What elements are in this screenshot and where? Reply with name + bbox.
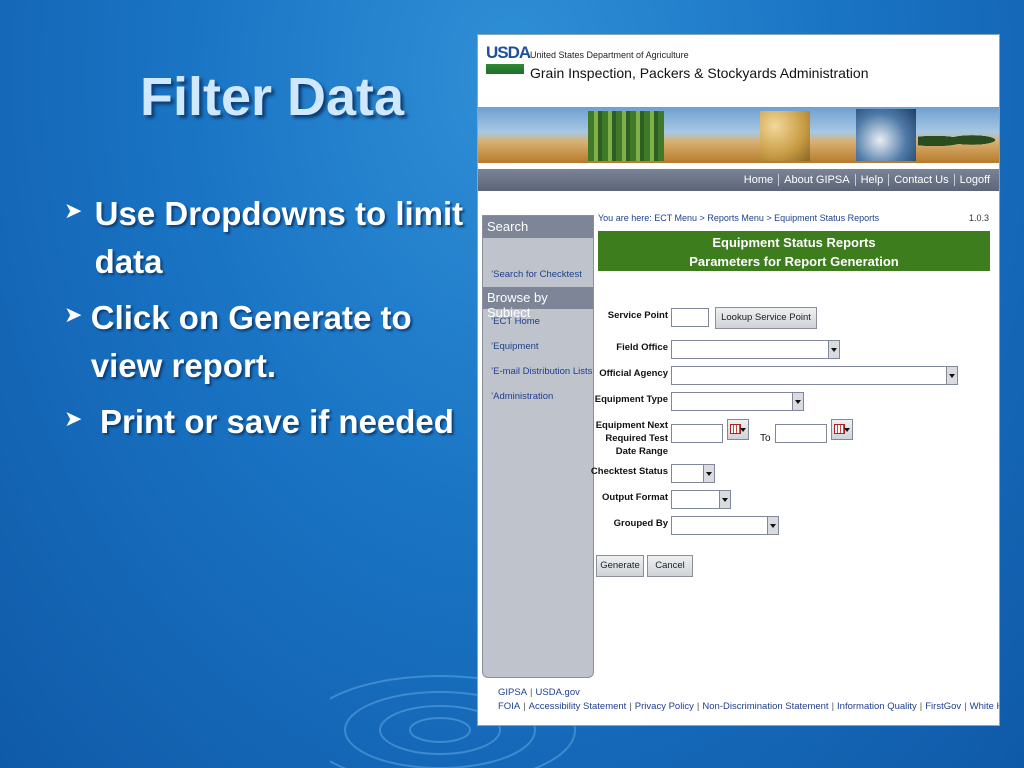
slide-bullets: ➤ Use Dropdowns to limit data ➤ Click on…: [64, 190, 474, 454]
date-to-label: To: [760, 433, 771, 444]
report-page-screenshot: USDA United States Department of Agricul…: [477, 34, 1000, 726]
footer-links-primary: GIPSA | USDA.gov: [498, 687, 580, 698]
sidebar-item-search-checktest[interactable]: Search for Checktest: [483, 262, 593, 287]
date-range-label-line: Required Test: [605, 433, 668, 444]
chevron-down-icon: [844, 428, 850, 432]
footer-separator: |: [629, 701, 632, 712]
department-name: United States Department of Agriculture: [530, 50, 689, 60]
date-range-label: Equipment Next Required Test Date Range: [596, 419, 668, 458]
lookup-service-point-button[interactable]: Lookup Service Point: [715, 307, 817, 329]
chevron-down-icon: [828, 341, 839, 358]
generate-button[interactable]: Generate: [596, 555, 644, 577]
nav-home[interactable]: Home: [739, 174, 778, 186]
grouped-by-select[interactable]: [671, 516, 779, 535]
chevron-down-icon: [792, 393, 803, 410]
output-format-label: Output Format: [602, 492, 668, 503]
report-title: Equipment Status Reports: [712, 235, 876, 250]
bullet-item: ➤ Click on Generate to view report.: [64, 294, 474, 390]
report-subtitle: Parameters for Report Generation: [689, 254, 899, 269]
header-banner-image: [478, 107, 999, 163]
bullet-text: Click on Generate to view report.: [90, 299, 412, 384]
usda-logo-bar-icon: [486, 64, 524, 74]
footer-link-non-discrimination[interactable]: Non-Discrimination Statement: [702, 701, 828, 712]
footer-separator: |: [964, 701, 967, 712]
footer-link-gipsa[interactable]: GIPSA: [498, 687, 527, 698]
field-office-select[interactable]: [671, 340, 840, 359]
date-to-input[interactable]: [775, 424, 827, 443]
agency-name: Grain Inspection, Packers & Stockyards A…: [530, 65, 869, 81]
footer-link-firstgov[interactable]: FirstGov: [925, 701, 961, 712]
version-label: 1.0.3: [968, 213, 989, 223]
output-format-select[interactable]: [671, 490, 731, 509]
footer-link-white-house[interactable]: White House: [970, 701, 999, 712]
site-header: USDA United States Department of Agricul…: [478, 35, 999, 107]
usda-logo[interactable]: USDA: [486, 43, 531, 74]
footer-separator: |: [530, 687, 533, 698]
sidebar-search-header: Search: [483, 216, 593, 238]
cancel-button[interactable]: Cancel: [647, 555, 693, 577]
arrow-bullet-icon: ➤: [64, 198, 83, 223]
checktest-status-select[interactable]: [671, 464, 715, 483]
sidebar: Search Search for Checktest Browse by Su…: [482, 215, 594, 678]
sidebar-item-administration[interactable]: Administration: [483, 384, 593, 409]
nav-contact-us[interactable]: Contact Us: [888, 174, 953, 186]
footer-link-information-quality[interactable]: Information Quality: [837, 701, 917, 712]
chevron-down-icon: [946, 367, 957, 384]
footer-separator: |: [831, 701, 835, 712]
footer-separator: |: [523, 701, 526, 712]
top-navigation: Home About GIPSA Help Contact Us Logoff: [478, 169, 999, 191]
date-to-calendar-button[interactable]: [831, 419, 853, 440]
grouped-by-label: Grouped By: [613, 518, 668, 529]
chevron-down-icon: [719, 491, 730, 508]
usda-logo-text: USDA: [486, 43, 531, 62]
date-from-input[interactable]: [671, 424, 723, 443]
sidebar-item-ect-home[interactable]: ECT Home: [483, 309, 593, 334]
milk-splash-image: [856, 109, 916, 161]
official-agency-select[interactable]: [671, 366, 958, 385]
chevron-down-icon: [703, 465, 714, 482]
equipment-type-select[interactable]: [671, 392, 804, 411]
footer-link-foia[interactable]: FOIA: [498, 701, 520, 712]
bullet-text: Use Dropdowns to limit data: [94, 195, 464, 280]
footer-link-accessibility[interactable]: Accessibility Statement: [529, 701, 627, 712]
date-range-label-line: Date Range: [615, 446, 668, 457]
corn-field-image: [588, 111, 664, 161]
bullet-item: ➤ Print or save if needed: [64, 398, 474, 446]
footer-separator: |: [919, 701, 923, 712]
bullet-item: ➤ Use Dropdowns to limit data: [64, 190, 474, 286]
report-title-bar: Equipment Status Reports Parameters for …: [598, 231, 990, 271]
chevron-down-icon: [740, 428, 746, 432]
checktest-status-label: Checktest Status: [590, 466, 668, 477]
sidebar-item-email-distribution[interactable]: E-mail Distribution Lists: [483, 359, 593, 384]
breadcrumb[interactable]: You are here: ECT Menu > Reports Menu > …: [598, 213, 879, 223]
bullet-text: Print or save if needed: [100, 403, 454, 440]
footer-link-usda[interactable]: USDA.gov: [536, 687, 580, 698]
nav-about-gipsa[interactable]: About GIPSA: [778, 174, 854, 186]
trees-image: [918, 129, 999, 149]
date-from-calendar-button[interactable]: [727, 419, 749, 440]
service-point-label: Service Point: [607, 310, 668, 321]
arrow-bullet-icon: ➤: [64, 406, 83, 431]
official-agency-label: Official Agency: [599, 368, 668, 379]
date-range-label-line: Equipment Next: [595, 420, 668, 431]
grain-image: [760, 111, 810, 161]
sidebar-item-equipment[interactable]: Equipment: [483, 334, 593, 359]
nav-logoff[interactable]: Logoff: [953, 174, 995, 186]
field-office-label: Field Office: [616, 342, 668, 353]
service-point-input[interactable]: [671, 308, 709, 327]
footer-links-secondary: FOIA | Accessibility Statement | Privacy Pol…: [498, 701, 999, 712]
chevron-down-icon: [767, 517, 778, 534]
footer-link-privacy[interactable]: Privacy Policy: [635, 701, 694, 712]
nav-help[interactable]: Help: [854, 174, 889, 186]
arrow-bullet-icon: ➤: [64, 302, 83, 327]
slide-title: Filter Data: [140, 67, 405, 127]
equipment-type-label: Equipment Type: [594, 394, 668, 405]
sidebar-browse-header: Browse by Subject: [483, 287, 593, 320]
